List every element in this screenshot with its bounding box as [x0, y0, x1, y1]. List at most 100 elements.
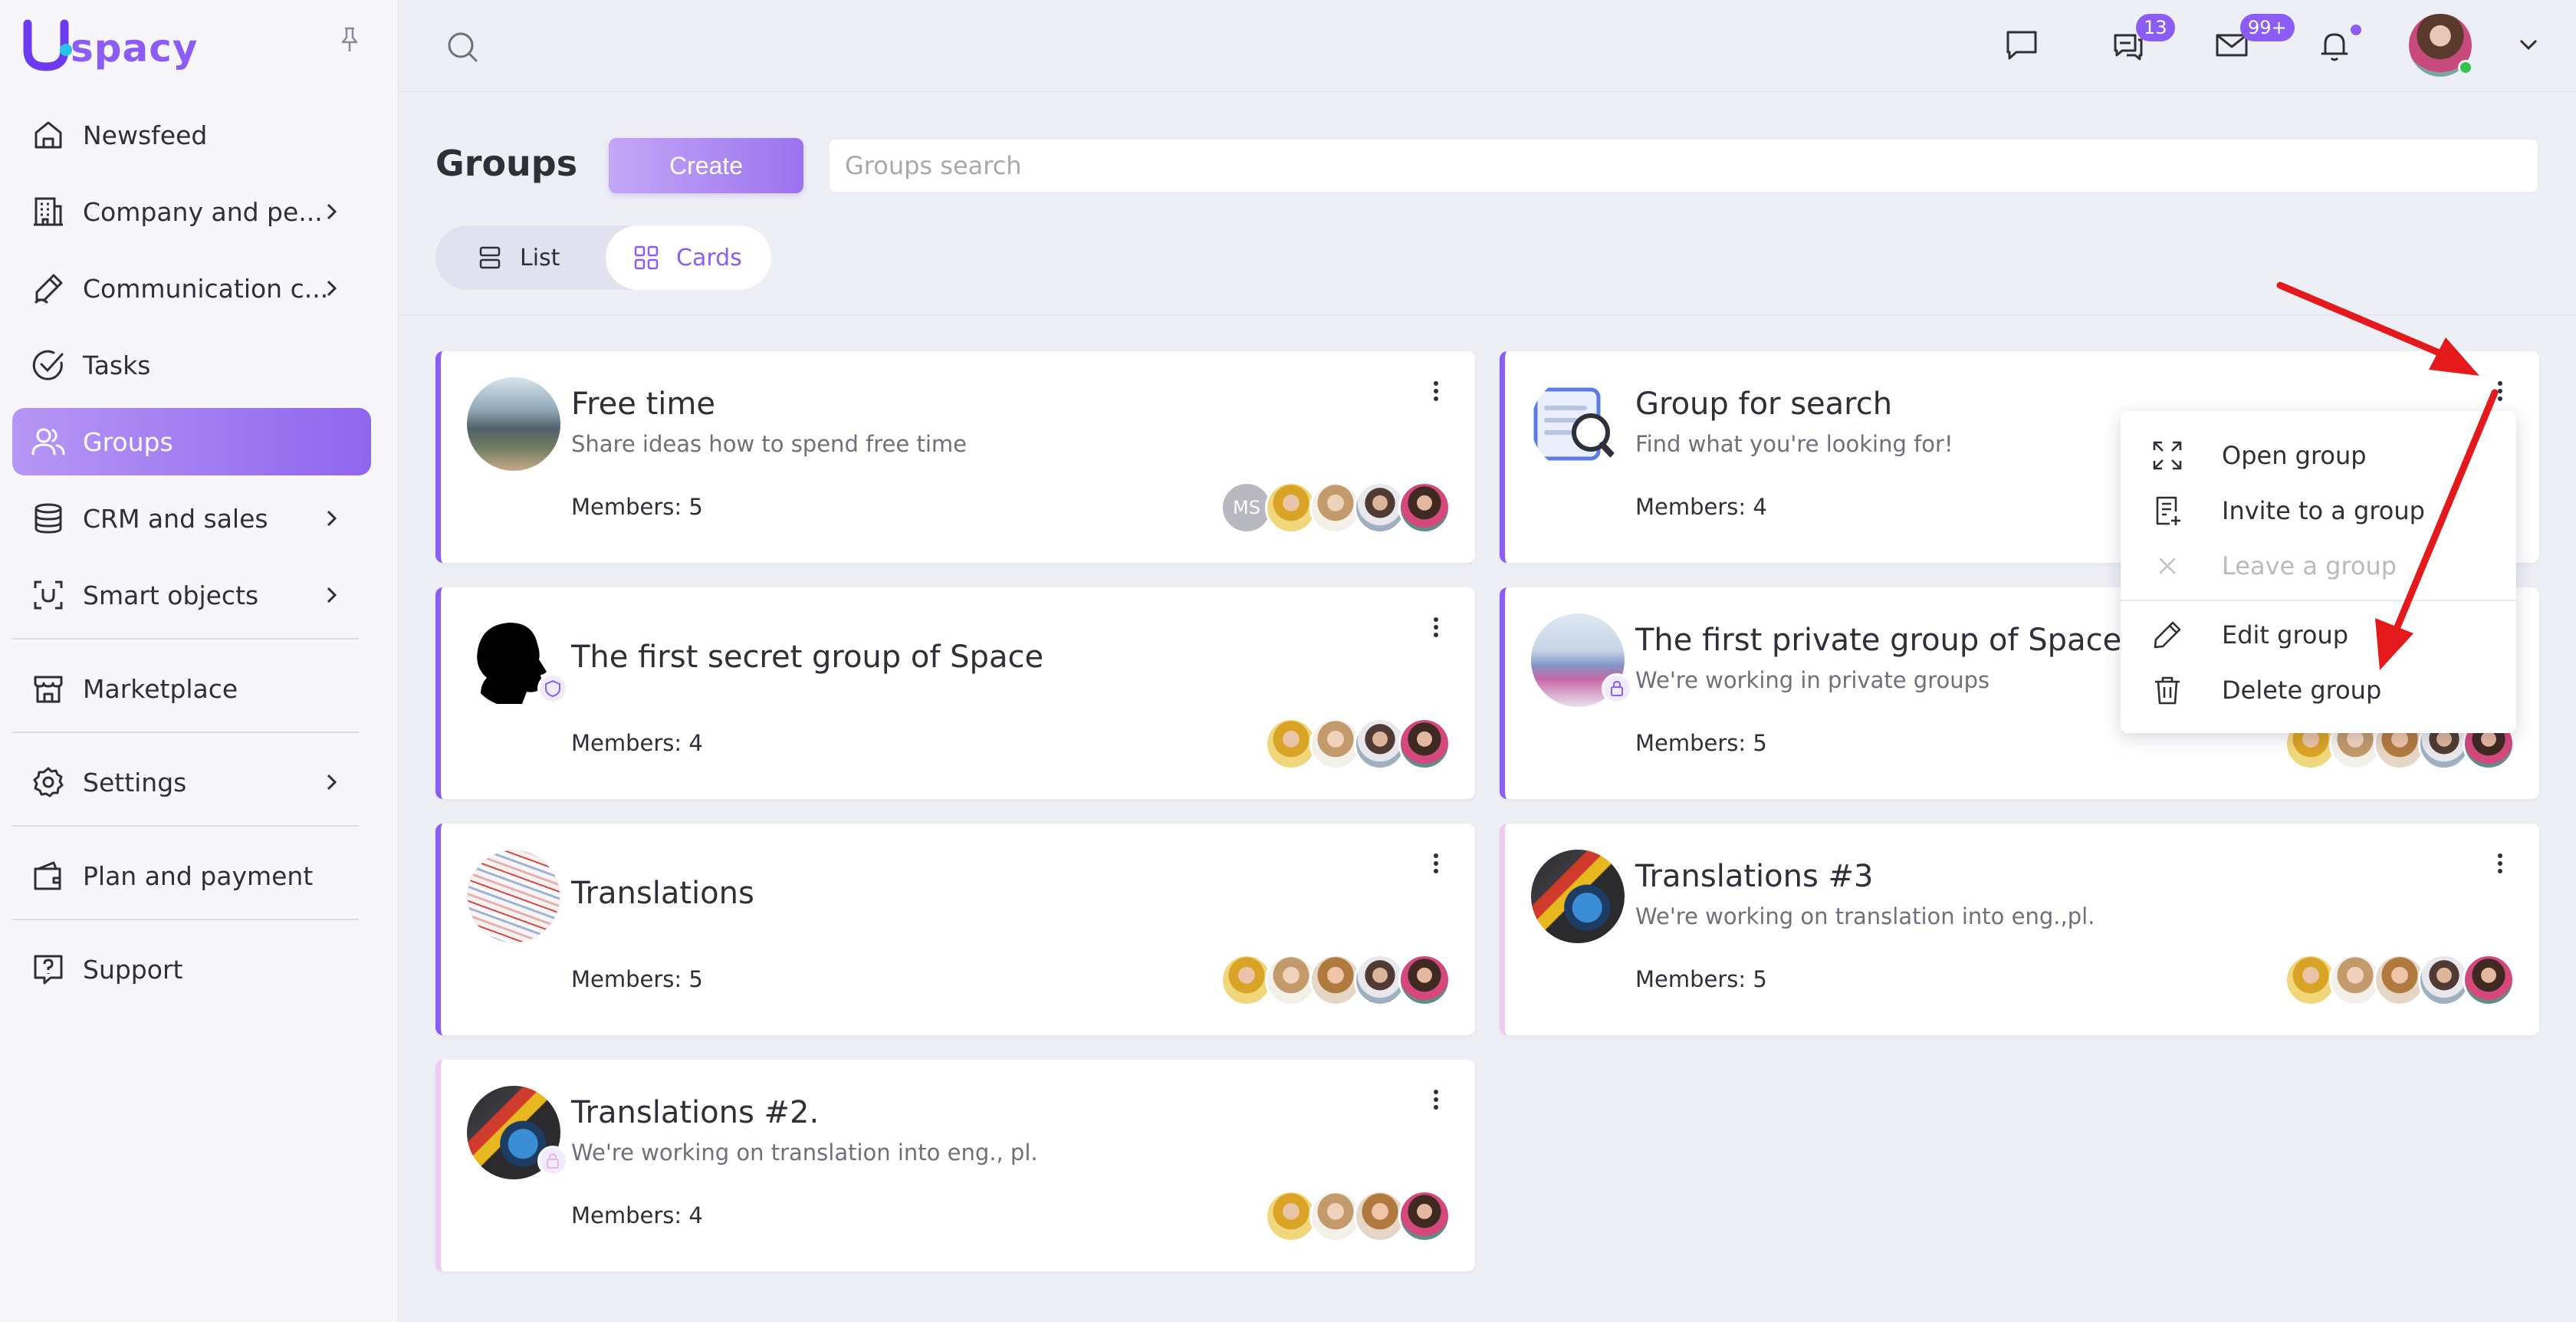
gear-icon — [33, 767, 64, 797]
group-title[interactable]: Translations — [571, 876, 754, 911]
pin-sidebar-button[interactable] — [334, 25, 365, 55]
group-title[interactable]: The first secret group of Space — [571, 640, 1043, 675]
create-group-button[interactable]: Create — [609, 138, 803, 193]
sidebar-item-label: CRM and sales — [83, 503, 268, 534]
sidebar-item-label: Company and pe... — [83, 196, 323, 227]
sidebar-item-label: Support — [83, 954, 183, 985]
group-card-translations-3[interactable]: Translations #3 We're working on transla… — [1500, 824, 2539, 1035]
member-avatar[interactable] — [1398, 718, 1451, 770]
bell-icon[interactable] — [2315, 26, 2354, 64]
help-icon — [34, 955, 63, 985]
menu-item-invite[interactable]: Invite to a group — [2121, 483, 2516, 538]
search-document-icon — [1533, 387, 1618, 462]
sidebar-item-crm[interactable]: CRM and sales — [12, 485, 371, 552]
group-title[interactable]: Translations #3 — [1635, 859, 1873, 894]
store-icon — [34, 676, 63, 703]
more-vertical-icon[interactable] — [1424, 376, 1447, 406]
group-card-translations-2[interactable]: Translations #2. We're working on transl… — [435, 1060, 1475, 1271]
mail-badge: 99+ — [2240, 14, 2295, 41]
menu-item-delete[interactable]: Delete group — [2121, 663, 2516, 718]
group-title[interactable]: Translations #2. — [571, 1095, 819, 1130]
menu-item-open-group[interactable]: Open group — [2121, 428, 2516, 483]
group-title[interactable]: Free time — [571, 386, 715, 422]
more-vertical-icon[interactable] — [1424, 848, 1447, 879]
expand-icon — [2153, 441, 2182, 470]
sidebar-item-smart-objects[interactable]: Smart objects — [12, 561, 371, 629]
sidebar-divider — [12, 919, 359, 920]
member-avatar[interactable] — [1398, 954, 1451, 1006]
group-description: Share ideas how to spend free time — [571, 431, 967, 457]
group-description: Find what you're looking for! — [1635, 431, 1953, 457]
close-icon — [2159, 557, 2176, 574]
menu-item-label: Edit group — [2222, 620, 2349, 649]
invite-icon — [2156, 496, 2180, 525]
trash-icon — [2155, 676, 2180, 705]
check-circle-icon — [32, 350, 64, 380]
group-card-first-secret-group[interactable]: The first secret group of Space Members:… — [435, 587, 1475, 799]
sidebar-item-company[interactable]: Company and pe... — [12, 178, 371, 245]
menu-item-label: Invite to a group — [2222, 496, 2425, 525]
page-title: Groups — [435, 143, 578, 184]
member-avatars — [1265, 1190, 1451, 1244]
pencil-icon — [2154, 621, 2181, 649]
scan-icon — [34, 580, 63, 610]
secret-badge — [537, 673, 568, 704]
more-vertical-icon[interactable] — [1424, 1084, 1447, 1115]
users-icon — [31, 428, 65, 455]
logo[interactable]: spacy — [23, 15, 199, 77]
sidebar-item-label: Tasks — [83, 350, 151, 380]
group-title[interactable]: The first private group of Space — [1635, 623, 2121, 658]
database-icon — [34, 503, 62, 534]
sidebar-item-label: Groups — [83, 426, 173, 457]
view-cards-button[interactable]: Cards — [606, 225, 771, 290]
sidebar-divider — [12, 638, 359, 640]
member-avatar[interactable] — [1398, 1190, 1451, 1242]
group-card-translations[interactable]: Translations Members: 5 — [435, 824, 1475, 1035]
member-avatars — [1221, 954, 1451, 1008]
groups-search-input[interactable] — [828, 138, 2539, 193]
more-vertical-icon[interactable] — [2489, 848, 2512, 879]
member-avatar[interactable] — [1398, 482, 1451, 534]
group-image — [467, 377, 560, 471]
chevron-right-icon — [327, 510, 337, 527]
menu-item-edit[interactable]: Edit group — [2121, 607, 2516, 663]
view-list-label: List — [520, 244, 560, 271]
wallet-icon — [34, 861, 61, 890]
member-avatar[interactable] — [2463, 954, 2515, 1006]
more-vertical-icon[interactable] — [2489, 376, 2512, 406]
more-vertical-icon[interactable] — [1424, 612, 1447, 643]
pin-icon — [341, 27, 358, 51]
sidebar-item-newsfeed[interactable]: Newsfeed — [12, 101, 371, 169]
logo-text: spacy — [71, 26, 199, 71]
sidebar-item-plan-payment[interactable]: Plan and payment — [12, 842, 371, 909]
group-description: We're working in private groups — [1635, 667, 1990, 693]
sidebar-item-support[interactable]: Support — [12, 936, 371, 1003]
group-image — [1531, 377, 1625, 471]
view-list-button[interactable]: List — [475, 225, 560, 290]
view-cards-label: Cards — [676, 244, 742, 271]
sidebar-item-label: Communication c... — [83, 273, 329, 304]
building-icon — [34, 197, 63, 226]
view-switch: List Cards — [435, 225, 771, 290]
sidebar-item-label: Plan and payment — [83, 860, 314, 891]
sidebar-item-marketplace[interactable]: Marketplace — [12, 655, 371, 722]
menu-divider — [2121, 600, 2516, 601]
home-icon — [34, 121, 62, 149]
message-icon[interactable] — [2003, 26, 2041, 64]
group-members-count: Members: 5 — [1635, 966, 1767, 992]
sidebar-item-communication[interactable]: Communication c... — [12, 255, 371, 322]
list-icon — [479, 246, 501, 269]
group-context-menu: Open group Invite to a group Leave a gro… — [2121, 411, 2516, 733]
group-image — [1531, 850, 1625, 943]
notification-dot — [2351, 25, 2361, 35]
sidebar-item-settings[interactable]: Settings — [12, 748, 371, 816]
group-title[interactable]: Group for search — [1635, 386, 1892, 422]
group-card-free-time[interactable]: Free time Share ideas how to spend free … — [435, 351, 1475, 563]
sidebar-item-label: Settings — [83, 767, 187, 797]
search-icon[interactable] — [445, 29, 480, 64]
menu-item-leave[interactable]: Leave a group — [2121, 538, 2516, 594]
chevron-down-icon[interactable] — [2515, 31, 2542, 58]
sidebar-item-groups[interactable]: Groups — [12, 408, 371, 475]
sidebar-item-tasks[interactable]: Tasks — [12, 331, 371, 399]
member-avatars — [2285, 954, 2515, 1008]
